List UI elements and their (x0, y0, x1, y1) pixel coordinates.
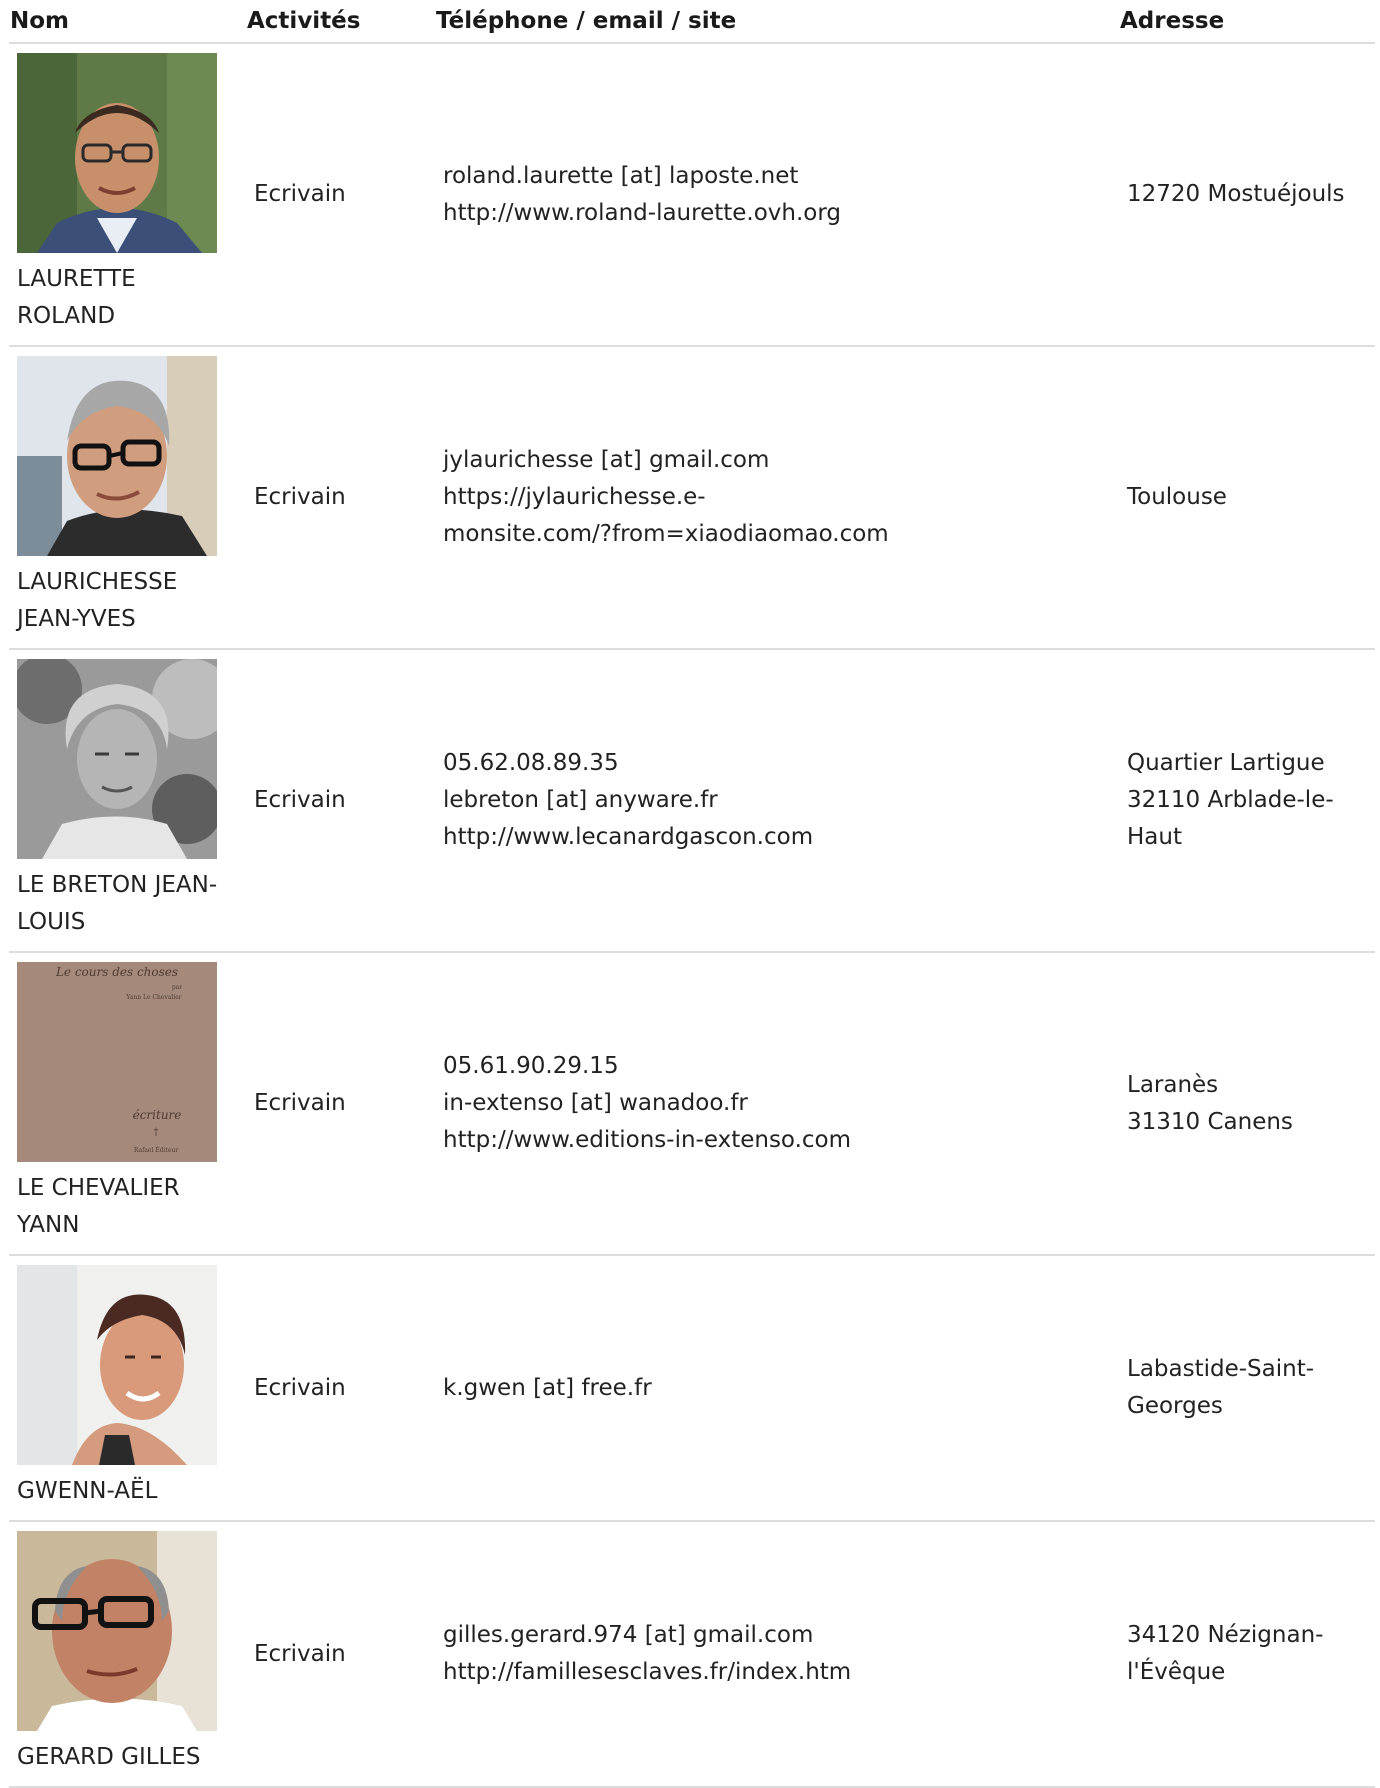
author-name-line: LE BRETON JEAN- (17, 872, 218, 898)
website-link[interactable]: https://jylaurichesse.e- (443, 479, 1118, 516)
address-line: 32110 Arblade-le- (1127, 787, 1334, 813)
author-name: LE CHEVALIER YANN (17, 1170, 246, 1244)
address-line: Haut (1127, 824, 1182, 850)
header-address[interactable]: Adresse (1119, 0, 1375, 44)
author-name-line: LOUIS (17, 909, 86, 935)
address-cell: Laranès 31310 Canens (1119, 952, 1375, 1256)
phone-text: 05.61.90.29.15 (443, 1053, 619, 1079)
website-link[interactable]: http://www.roland-laurette.ovh.org (443, 195, 1118, 232)
contact-cell: jylaurichesse [at] gmail.com https://jyl… (435, 346, 1119, 650)
author-name-line: GERARD GILLES (17, 1744, 201, 1770)
email-text: lebreton [at] anyware.fr (443, 787, 718, 813)
website-link[interactable]: http://www.editions-in-extenso.com (443, 1122, 1118, 1159)
header-activities[interactable]: Activités (246, 0, 435, 44)
address-cell: 34120 Nézignan- l'Évêque (1119, 1521, 1375, 1788)
name-cell: GERARD GILLES (9, 1521, 246, 1788)
address-line: 31310 Canens (1127, 1108, 1293, 1135)
contact-cell: 05.61.90.29.15 in-extenso [at] wanadoo.f… (435, 952, 1119, 1256)
book-cover[interactable]: Le cours des choses par Yann Le Chevalie… (17, 962, 217, 1162)
author-name: GWENN-AËL (17, 1473, 246, 1510)
author-photo[interactable] (17, 1531, 217, 1731)
address-line: Georges (1127, 1393, 1223, 1419)
table-row: GERARD GILLES Ecrivain gilles.gerard.974… (9, 1521, 1375, 1788)
contact-cell: roland.laurette [at] laposte.net http://… (435, 43, 1119, 347)
address-line: 34120 Nézignan- (1127, 1622, 1324, 1648)
author-name: LE BRETON JEAN- LOUIS (17, 867, 246, 941)
author-name-line: ROLAND (17, 303, 116, 329)
address-cell: Labastide-Saint- Georges (1119, 1255, 1375, 1522)
email-text: roland.laurette [at] laposte.net (443, 162, 799, 189)
contact-cell: 05.62.08.89.35 lebreton [at] anyware.fr … (435, 649, 1119, 953)
author-name: LAURICHESSE JEAN-YVES (17, 564, 246, 638)
author-name-line: LAURETTE (17, 266, 136, 292)
address-line: Labastide-Saint- (1127, 1356, 1315, 1382)
name-cell: Le cours des choses par Yann Le Chevalie… (9, 952, 246, 1256)
name-cell: LE BRETON JEAN- LOUIS (9, 649, 246, 953)
email-text: jylaurichesse [at] gmail.com (443, 447, 770, 473)
table-row: GWENN-AËL Ecrivain k.gwen [at] free.fr L… (9, 1255, 1375, 1522)
author-photo[interactable] (17, 356, 217, 556)
author-photo[interactable] (17, 659, 217, 859)
address-line: 12720 Mostuéjouls (1127, 181, 1345, 207)
author-photo[interactable] (17, 1265, 217, 1465)
address-cell: Toulouse (1119, 346, 1375, 650)
name-cell: LAURETTE ROLAND (9, 43, 246, 347)
book-author: Yann Le Chevalier (125, 994, 182, 1001)
author-name: LAURETTE ROLAND (17, 261, 246, 335)
email-text: gilles.gerard.974 [at] gmail.com (443, 1622, 814, 1648)
writers-directory-table: Nom Activités Téléphone / email / site A… (9, 0, 1375, 1788)
author-name-line: LAURICHESSE (17, 569, 178, 595)
email-text: in-extenso [at] wanadoo.fr (443, 1090, 748, 1116)
activity-cell: Ecrivain (246, 346, 435, 650)
phone-text: 05.62.08.89.35 (443, 750, 619, 776)
book-publisher: Rafael Éditeur (134, 1146, 178, 1154)
book-title: Le cours des choses (55, 965, 178, 979)
author-name-line: YANN (17, 1212, 80, 1238)
page: Nom Activités Téléphone / email / site A… (0, 0, 1380, 1788)
author-name-line: JEAN-YVES (17, 606, 136, 632)
activity-cell: Ecrivain (246, 1521, 435, 1788)
activity-cell: Ecrivain (246, 1255, 435, 1522)
table-header-row: Nom Activités Téléphone / email / site A… (9, 0, 1375, 44)
author-name: GERARD GILLES (17, 1739, 246, 1776)
email-text: k.gwen [at] free.fr (443, 1374, 652, 1401)
table-row: Le cours des choses par Yann Le Chevalie… (9, 952, 1375, 1256)
table-row: LAURETTE ROLAND Ecrivain roland.laurette… (9, 43, 1375, 347)
address-cell: Quartier Lartigue 32110 Arblade-le- Haut (1119, 649, 1375, 953)
author-name-line: GWENN-AËL (17, 1478, 158, 1504)
header-contact[interactable]: Téléphone / email / site (435, 0, 1119, 44)
address-line: Quartier Lartigue (1127, 750, 1325, 776)
address-line: Toulouse (1127, 484, 1227, 510)
activity-cell: Ecrivain (246, 649, 435, 953)
table-row: LAURICHESSE JEAN-YVES Ecrivain jylaurich… (9, 346, 1375, 650)
address-cell: 12720 Mostuéjouls (1119, 43, 1375, 347)
book-by: par (172, 984, 182, 991)
activity-cell: Ecrivain (246, 952, 435, 1256)
contact-cell: k.gwen [at] free.fr (435, 1255, 1119, 1522)
website-link[interactable]: http://famillesesclaves.fr/index.htm (443, 1654, 1118, 1691)
website-link[interactable]: http://www.lecanardgascon.com (443, 819, 1118, 856)
contact-cell: gilles.gerard.974 [at] gmail.com http://… (435, 1521, 1119, 1788)
address-line: l'Évêque (1127, 1659, 1226, 1685)
book-collection: écriture (133, 1108, 182, 1122)
svg-text:†: † (154, 1127, 159, 1138)
address-line: Laranès (1127, 1071, 1219, 1098)
table-row: LE BRETON JEAN- LOUIS Ecrivain 05.62.08.… (9, 649, 1375, 953)
name-cell: LAURICHESSE JEAN-YVES (9, 346, 246, 650)
name-cell: GWENN-AËL (9, 1255, 246, 1522)
author-photo[interactable] (17, 53, 217, 253)
activity-cell: Ecrivain (246, 43, 435, 347)
header-name[interactable]: Nom (9, 0, 246, 44)
author-name-line: LE CHEVALIER (17, 1175, 180, 1201)
website-link[interactable]: monsite.com/?from=xiaodiaomao.com (443, 516, 1118, 553)
